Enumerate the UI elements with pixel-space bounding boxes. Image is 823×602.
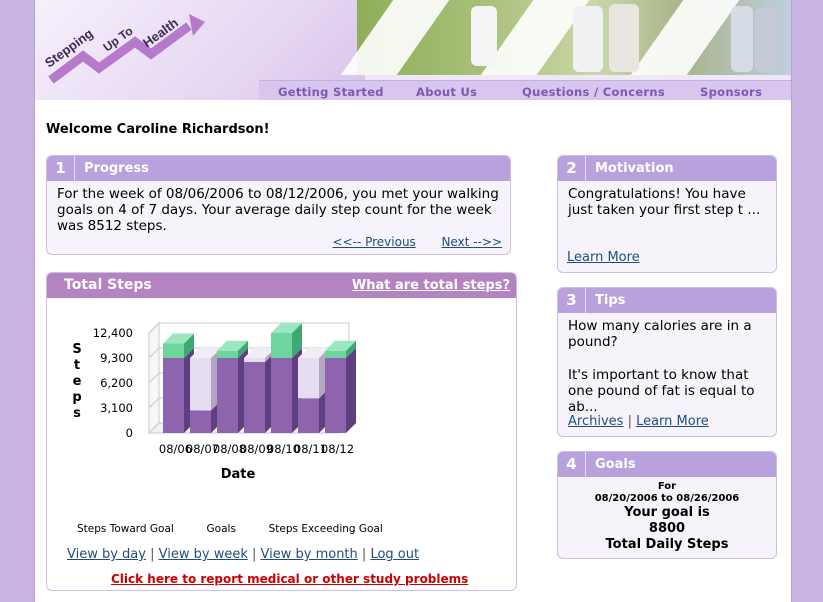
panel-number: 4	[558, 452, 586, 477]
progress-panel: 1 Progress For the week of 08/06/2006 to…	[46, 155, 511, 255]
tips-panel: 3 Tips How many calories are in a pound?…	[557, 287, 777, 437]
goals-panel: 4 Goals For 08/20/2006 to 08/26/2006 You…	[557, 451, 777, 559]
y-axis-label-letter: t	[74, 358, 80, 373]
goals-date-range: 08/20/2006 to 08/26/2006	[594, 493, 740, 504]
bar-segment-exceed	[325, 350, 346, 358]
nav-about-us[interactable]: About Us	[416, 85, 477, 99]
tips-question: How many calories are in a pound?	[568, 318, 752, 350]
bar-segment-goal	[244, 358, 265, 363]
tips-links: Archives | Learn More	[568, 414, 709, 429]
walker-figure	[573, 6, 603, 72]
tips-header: 3 Tips	[558, 288, 776, 313]
bar-segment-exceed	[217, 350, 238, 358]
goals-for: For	[657, 481, 677, 492]
legend-steps-toward-goal: Steps Toward Goal	[77, 523, 174, 535]
motivation-learn-more-link[interactable]: Learn More	[567, 250, 640, 265]
chart-legend: Steps Toward Goal Goals Steps Exceeding …	[77, 523, 383, 535]
view-options: View by day | View by week | View by mon…	[67, 547, 420, 562]
panel-title: Goals	[595, 457, 636, 472]
bar-side-toward	[346, 348, 356, 433]
goals-line1: Your goal is	[624, 505, 710, 520]
motivation-panel: 2 Motivation Congratulations! You have j…	[557, 155, 777, 273]
bar-segment-toward	[163, 358, 184, 433]
tips-archives-link[interactable]: Archives	[568, 414, 623, 429]
walker-figure	[471, 6, 497, 66]
nav-questions-concerns[interactable]: Questions / Concerns	[522, 85, 665, 99]
bar-segment-toward	[244, 362, 265, 433]
log-out-link[interactable]: Log out	[370, 547, 419, 562]
panel-title: Progress	[84, 161, 149, 176]
panel-title: Motivation	[595, 161, 674, 176]
main-nav: Getting Started About Us Questions / Con…	[259, 80, 791, 100]
legend-steps-exceeding-goal: Steps Exceeding Goal	[268, 523, 383, 535]
goals-value: 8800	[648, 521, 686, 536]
bar-segment-toward	[271, 358, 292, 433]
tips-learn-more-link[interactable]: Learn More	[636, 414, 709, 429]
y-axis-label-letter: e	[73, 374, 82, 389]
tips-text: It's important to know that one pound of…	[568, 367, 755, 415]
panel-title: Tips	[595, 293, 626, 308]
goals-line2: Total Daily Steps	[605, 537, 729, 552]
total-steps-title: Total Steps	[64, 277, 152, 293]
y-tick-label: 9,300	[100, 351, 133, 365]
y-axis-label-letter: s	[73, 406, 81, 421]
panel-number: 1	[47, 156, 75, 181]
view-by-day-link[interactable]: View by day	[67, 547, 146, 562]
total-steps-chart: 12,4009,3006,2003,1000Steps08/0608/0708/…	[72, 321, 356, 482]
x-axis-label: Date	[221, 467, 256, 482]
progress-header: 1 Progress	[47, 156, 510, 181]
stepping-up-to-health-logo[interactable]: Stepping Up To Health	[43, 8, 213, 98]
x-tick-label: 08/12	[321, 442, 354, 456]
goals-header: 4 Goals	[558, 452, 776, 477]
welcome-message: Welcome Caroline Richardson!	[46, 122, 270, 137]
progress-pager: <<-- Previous Next -->>	[333, 235, 503, 249]
view-by-month-link[interactable]: View by month	[261, 547, 358, 562]
bar-segment-toward	[190, 410, 211, 433]
y-tick-label: 3,100	[100, 401, 133, 415]
bar-segment-goal	[190, 358, 211, 411]
report-problems-link[interactable]: Click here to report medical or other st…	[111, 572, 468, 586]
y-axis-label-letter: S	[72, 342, 81, 357]
nav-getting-started[interactable]: Getting Started	[278, 85, 384, 99]
walker-figure	[755, 8, 779, 72]
y-tick-label: 6,200	[100, 376, 133, 390]
progress-text: For the week of 08/06/2006 to 08/12/2006…	[57, 186, 499, 234]
total-steps-panel: Total Steps What are total steps? 12,400…	[46, 272, 517, 591]
bar-segment-toward	[217, 358, 238, 433]
total-steps-header: Total Steps What are total steps?	[47, 273, 516, 298]
y-tick-label: 12,400	[93, 326, 133, 340]
header: Stepping Up To Health Getting Started Ab…	[35, 0, 791, 100]
view-by-week-link[interactable]: View by week	[159, 547, 248, 562]
bar-segment-exceed	[271, 333, 292, 358]
y-tick-label: 0	[126, 426, 133, 440]
nav-sponsors[interactable]: Sponsors	[700, 85, 762, 99]
motivation-text: Congratulations! You have just taken you…	[568, 186, 761, 218]
main-content: Welcome Caroline Richardson! 1 Progress …	[35, 100, 791, 602]
bar-segment-toward	[325, 358, 346, 433]
walker-figure	[731, 6, 753, 72]
panel-number: 2	[558, 156, 586, 181]
next-week-link[interactable]: Next -->>	[441, 235, 502, 249]
header-photo-collage	[340, 0, 791, 75]
bar-segment-toward	[298, 398, 319, 433]
panel-number: 3	[558, 288, 586, 313]
bar-segment-goal	[298, 358, 319, 399]
page-frame: Stepping Up To Health Getting Started Ab…	[34, 0, 792, 602]
bar-segment-exceed	[163, 343, 184, 358]
previous-week-link[interactable]: <<-- Previous	[333, 235, 416, 249]
walker-figure	[609, 4, 639, 72]
motivation-header: 2 Motivation	[558, 156, 776, 181]
y-axis-label-letter: p	[72, 390, 81, 405]
legend-goals: Goals	[206, 523, 236, 535]
what-are-total-steps-link[interactable]: What are total steps?	[352, 278, 510, 293]
